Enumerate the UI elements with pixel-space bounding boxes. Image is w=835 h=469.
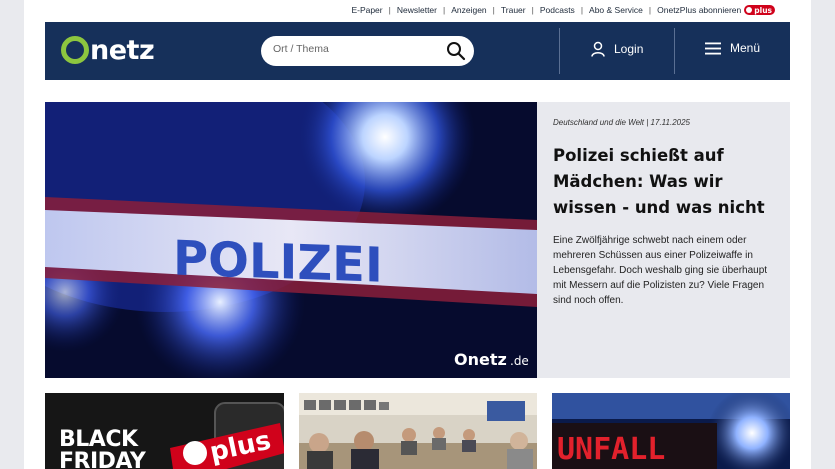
toplink-anzeigen[interactable]: Anzeigen [451,5,486,15]
toplink-trauer[interactable]: Trauer [501,5,526,15]
menu-button[interactable]: Menü [705,41,760,55]
toplink-abo-service[interactable]: Abo & Service [589,5,643,15]
article-card-meeting[interactable] [299,393,537,469]
svg-text:Onetz: Onetz [454,350,507,369]
toplink-podcasts[interactable]: Podcasts [540,5,575,15]
svg-text:POLIZEI: POLIZEI [173,230,383,293]
login-button[interactable]: Login [591,41,643,57]
svg-text:UNFALL: UNFALL [557,432,665,467]
site-header: netz Login Menü [45,22,790,80]
svg-text:.de: .de [510,354,529,368]
header-divider [559,28,560,74]
search-input[interactable] [273,43,433,55]
hero-text-panel: Deutschland und die Welt | 17.11.2025 Po… [537,102,790,378]
article-card-unfall[interactable]: UNFALL [552,393,790,469]
article-teaser: Eine Zwölfjährige schwebt nach einem ode… [553,235,768,306]
onetz-logo[interactable]: netz [61,35,155,66]
toplink-onetzplus[interactable]: OnetzPlus abonnieren [657,5,741,15]
logo-o-icon [61,36,89,64]
user-icon [591,41,605,57]
page: E-Paper | Newsletter | Anzeigen | Trauer | P… [24,0,811,469]
header-divider [674,28,675,74]
unfall-sign-image: UNFALL [552,393,790,469]
police-tape-image: POLIZEI Onetz .de [45,102,537,378]
article-meta: Deutschland und die Welt | 17.11.2025 [553,118,690,127]
black-friday-text: BLACK FRIDAY [59,427,146,469]
search-icon[interactable] [446,41,466,61]
hamburger-icon [705,42,721,54]
plus-badge[interactable]: plus [744,5,775,15]
hero-article[interactable]: POLIZEI Onetz .de Deutschland und die We… [45,102,790,378]
article-card-black-friday[interactable]: plus BLACK FRIDAY [45,393,284,469]
meeting-image [299,393,537,469]
toplink-epaper[interactable]: E-Paper [351,5,382,15]
top-links: E-Paper | Newsletter | Anzeigen | Trauer | P… [351,5,775,15]
article-headline[interactable]: Polizei schießt auf Mädchen: Was wir wis… [553,143,774,221]
hero-image[interactable]: POLIZEI Onetz .de [45,102,537,378]
search-box [261,36,474,66]
toplink-newsletter[interactable]: Newsletter [397,5,437,15]
